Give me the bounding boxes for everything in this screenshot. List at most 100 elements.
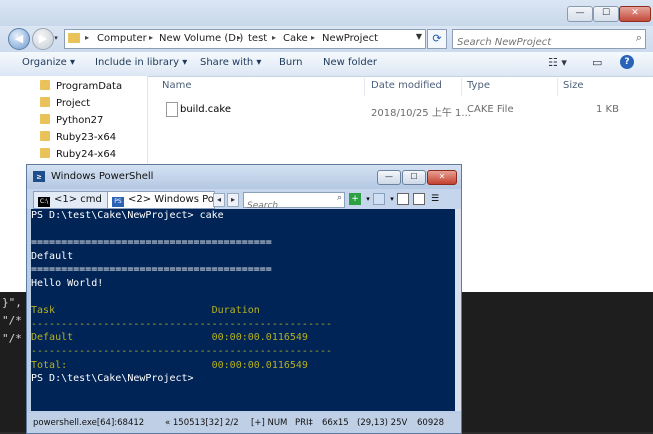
column-header-date[interactable]: Date modified xyxy=(371,80,442,91)
status-buffer: « 150513[32] xyxy=(165,418,223,428)
breadcrumb-separator: ▸ xyxy=(149,33,154,42)
file-icon xyxy=(166,102,178,117)
close-button[interactable]: ✕ xyxy=(619,6,651,22)
explorer-titlebar: — ☐ ✕ xyxy=(0,0,653,26)
tab-label: <2> Windows Po xyxy=(128,194,214,205)
console-line: ----------------------------------------… xyxy=(31,345,333,357)
console-tab-bar: C:\<1> cmd PS<2> Windows Po ◂ ▸ ⌕ + ▾ ▾ … xyxy=(27,189,461,212)
chevron-down-icon[interactable]: ▼ xyxy=(416,32,422,41)
editor-line: "/* xyxy=(2,314,22,327)
column-header-type[interactable]: Type xyxy=(467,80,490,91)
status-process: powershell.exe[64]:68412 xyxy=(33,418,145,428)
powershell-icon: PS xyxy=(112,197,124,207)
file-row[interactable]: build.cake 2018/10/25 上午 1... CAKE File … xyxy=(160,100,630,120)
help-icon[interactable]: ? xyxy=(620,55,634,69)
minimize-button[interactable]: — xyxy=(377,170,401,185)
burn-button[interactable]: Burn xyxy=(279,57,302,68)
search-icon: ⌕ xyxy=(336,193,342,203)
nav-item-python27[interactable]: Python27 xyxy=(40,114,103,130)
breadcrumb-separator: ▸ xyxy=(311,33,316,42)
breadcrumb-cake[interactable]: Cake xyxy=(283,33,308,44)
minimize-button[interactable]: — xyxy=(567,6,593,22)
editor-line: }", xyxy=(2,296,22,309)
console-line: PS D:\test\Cake\NewProject> cake xyxy=(31,210,224,221)
refresh-button[interactable]: ⟳ xyxy=(427,29,447,49)
new-console-icon[interactable]: + xyxy=(349,193,361,205)
close-button[interactable]: ✕ xyxy=(427,170,457,185)
share-with-menu[interactable]: Share with ▾ xyxy=(200,57,261,68)
recent-pages-button[interactable]: ▾ xyxy=(52,28,60,48)
maximize-button[interactable]: ☐ xyxy=(593,6,619,22)
breadcrumb-test[interactable]: test xyxy=(248,33,267,44)
back-arrow-icon: ◀ xyxy=(14,32,24,45)
new-folder-button[interactable]: New folder xyxy=(323,57,377,68)
column-divider xyxy=(364,78,365,96)
search-input[interactable] xyxy=(453,34,631,51)
search-box[interactable]: ⌕ xyxy=(452,29,646,51)
back-button[interactable]: ◀ xyxy=(8,28,30,50)
split-view-icon[interactable] xyxy=(413,193,425,205)
console-output[interactable]: PS D:\test\Cake\NewProject> cake ========… xyxy=(31,209,455,411)
nav-item-label: Python27 xyxy=(56,115,104,126)
breadcrumb-newproject[interactable]: NewProject xyxy=(322,33,378,44)
column-header-size[interactable]: Size xyxy=(563,80,584,91)
column-header-name[interactable]: Name xyxy=(162,80,192,91)
maximize-button[interactable]: ☐ xyxy=(402,170,426,185)
organize-menu[interactable]: Organize ▾ xyxy=(22,57,75,68)
breadcrumb-volume[interactable]: New Volume (D:) xyxy=(159,33,243,44)
console-line: Hello World! xyxy=(31,277,104,289)
breadcrumb-separator: ▸ xyxy=(272,33,277,42)
console-line: Default xyxy=(31,250,74,262)
tab-scroll-right[interactable]: ▸ xyxy=(227,193,239,207)
view-options-icon[interactable]: ☷ ▾ xyxy=(548,56,567,69)
nav-item-ruby23[interactable]: Ruby23-x64 xyxy=(40,131,116,147)
column-divider xyxy=(557,78,558,96)
folder-icon xyxy=(40,131,50,141)
status-extra: 60928 xyxy=(417,418,445,428)
folder-icon xyxy=(40,114,50,124)
nav-item-label: ProgramData xyxy=(56,81,123,92)
powershell-logo-icon: ≥ xyxy=(33,171,45,182)
tab-scroll-left[interactable]: ◂ xyxy=(213,193,225,207)
console-line: Task Duration xyxy=(31,305,260,317)
console-scrollbar[interactable] xyxy=(455,209,461,411)
forward-arrow-icon: ▶ xyxy=(38,32,48,45)
column-divider xyxy=(461,78,462,96)
nav-item-project[interactable]: Project xyxy=(40,97,90,113)
nav-item-programdata[interactable]: ProgramData xyxy=(40,80,122,96)
tab-cmd[interactable]: C:\ <1> cmd xyxy=(33,191,109,209)
address-bar[interactable]: ▸ Computer ▸ New Volume (D:) ▸ test ▸ Ca… xyxy=(64,29,426,49)
console-line: ----------------------------------------… xyxy=(31,318,333,330)
layout-icon[interactable] xyxy=(373,193,385,205)
folder-icon xyxy=(40,148,50,158)
cmd-icon: C:\ xyxy=(38,197,50,207)
command-bar: Organize ▾ Include in library ▾ Share wi… xyxy=(0,52,653,77)
lock-icon[interactable] xyxy=(397,193,409,205)
nav-item-label: Project xyxy=(56,98,91,109)
tab-label: <1> cmd xyxy=(54,194,102,205)
address-row: ◀ ▶ ▾ ▸ Computer ▸ New Volume (D:) ▸ tes… xyxy=(0,26,653,52)
nav-item-ruby24[interactable]: Ruby24-x64 xyxy=(40,148,116,164)
tab-powershell[interactable]: PS <2> Windows Po xyxy=(107,191,215,209)
breadcrumb-computer[interactable]: Computer xyxy=(97,33,147,44)
status-size: 66x15 xyxy=(322,418,349,428)
console-line: ======================================== xyxy=(31,264,272,276)
folder-icon xyxy=(40,97,50,107)
window-title: Windows PowerShell xyxy=(51,171,154,182)
menu-icon[interactable]: ☰ xyxy=(429,193,441,205)
file-type: CAKE File xyxy=(467,104,514,115)
console-search-box[interactable]: ⌕ xyxy=(243,192,345,212)
search-icon: ⌕ xyxy=(635,31,642,44)
console-line: PS D:\test\Cake\NewProject> xyxy=(31,373,194,385)
nav-item-label: Ruby23-x64 xyxy=(56,132,117,143)
nav-item-label: Ruby24-x64 xyxy=(56,149,117,160)
file-name: build.cake xyxy=(180,104,231,115)
status-mode: [+] NUM xyxy=(251,418,288,428)
forward-button[interactable]: ▶ xyxy=(32,28,54,50)
refresh-icon: ⟳ xyxy=(432,32,442,45)
preview-pane-icon[interactable]: ▭ xyxy=(592,56,602,69)
file-size: 1 KB xyxy=(596,104,619,115)
include-in-library-menu[interactable]: Include in library ▾ xyxy=(95,57,187,68)
